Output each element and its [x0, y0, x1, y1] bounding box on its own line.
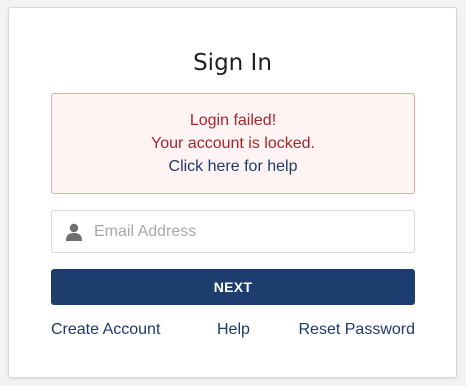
- next-button[interactable]: NEXT: [51, 269, 415, 305]
- signin-card: Sign In Login failed! Your account is lo…: [8, 7, 457, 378]
- error-alert: Login failed! Your account is locked. Cl…: [51, 93, 415, 194]
- email-field-container: [51, 210, 415, 253]
- user-icon: [65, 223, 83, 241]
- help-footer-link[interactable]: Help: [217, 321, 250, 339]
- email-field[interactable]: [94, 211, 406, 252]
- alert-title: Login failed!: [189, 112, 277, 129]
- create-account-link[interactable]: Create Account: [51, 321, 160, 339]
- reset-password-link[interactable]: Reset Password: [299, 321, 416, 339]
- page-title: Sign In: [193, 50, 272, 76]
- help-link[interactable]: Click here for help: [52, 155, 414, 178]
- alert-message: Your account is locked.: [151, 135, 315, 152]
